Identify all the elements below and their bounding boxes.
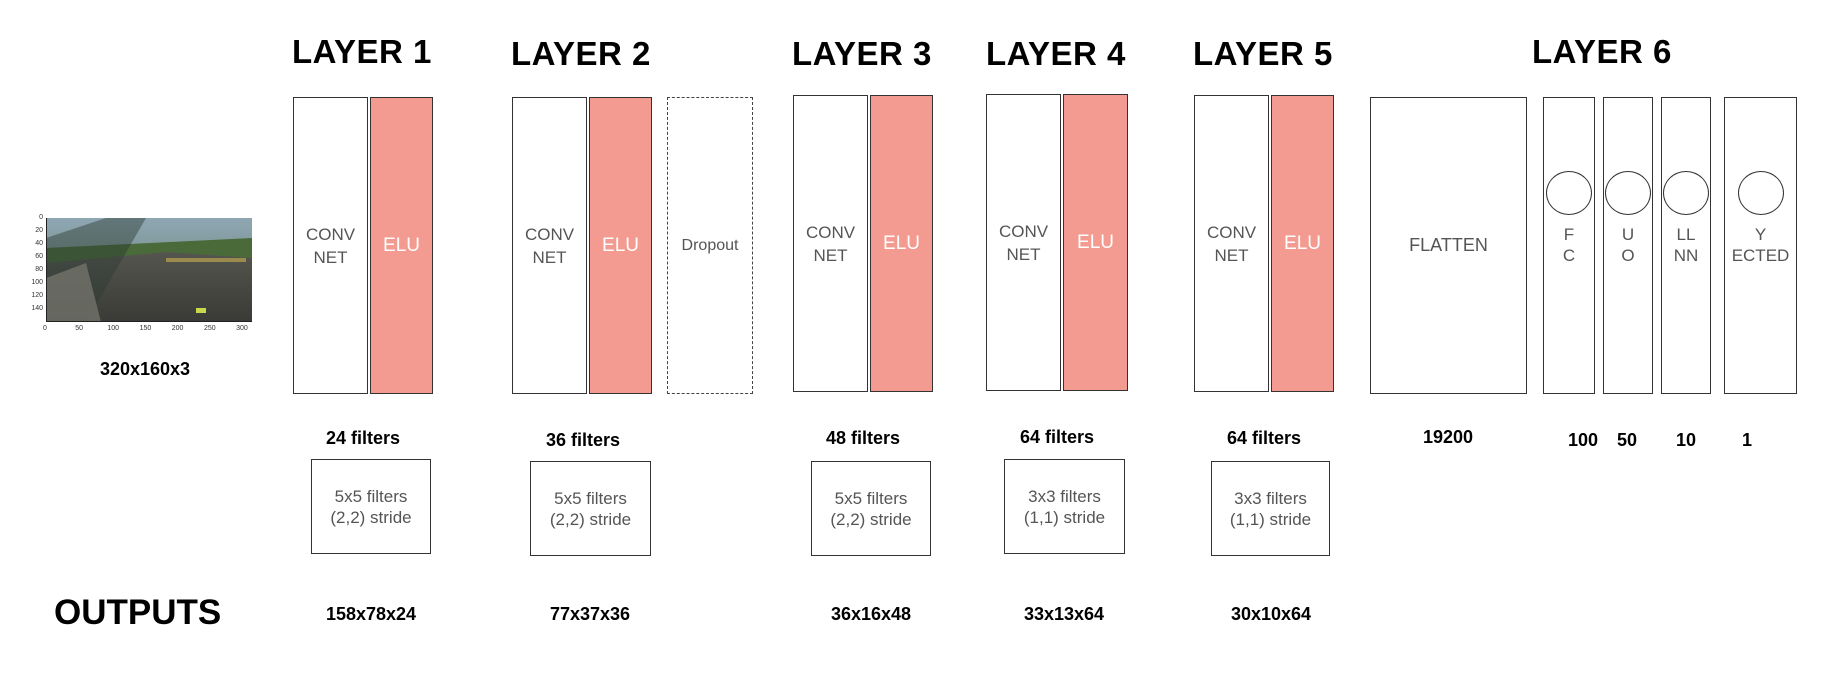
conv-label: CONV NET <box>524 224 575 267</box>
kernel-size: 5x5 filters <box>554 488 627 508</box>
layer-3-output: 36x16x48 <box>830 604 912 624</box>
input-image: 0 20 40 60 80 100 120 140 0 50 100 150 200 250 300 <box>31 214 252 332</box>
layer-2-elu-block: ELU <box>589 97 652 394</box>
layer-3-title: LAYER 3 <box>792 35 932 72</box>
elu-label: ELU <box>1077 231 1114 253</box>
neuron-icon <box>1738 171 1784 215</box>
fc-column-1-text: F C <box>1543 224 1595 266</box>
road-camera-image <box>46 218 252 322</box>
x-tick-label: 200 <box>171 325 184 332</box>
y-tick-label: 100 <box>31 279 43 286</box>
y-tick-label: 140 <box>31 305 43 312</box>
fc-column-1-size: 100 <box>1567 430 1599 450</box>
layer-4-output: 33x13x64 <box>1023 604 1105 624</box>
layer-4-filter-spec: 3x3 filters (1,1) stride <box>1004 459 1125 554</box>
layer-1-elu-block: ELU <box>370 97 433 394</box>
y-tick-label: 80 <box>35 266 43 273</box>
outputs-title: OUTPUTS <box>54 593 222 632</box>
layer-5-elu-block: ELU <box>1271 95 1334 392</box>
conv-label: CONV NET <box>805 222 856 265</box>
layer-6-title: LAYER 6 <box>1532 33 1672 70</box>
stride: (1,1) stride <box>1023 507 1106 527</box>
elu-label: ELU <box>383 234 420 256</box>
x-tick-label: 150 <box>139 325 152 332</box>
fc-text-bottom: O <box>1621 246 1635 265</box>
fc-text-top: Y <box>1754 225 1767 244</box>
input-dimension-label: 320x160x3 <box>99 359 191 379</box>
fc-text-bottom: ECTED <box>1731 246 1790 265</box>
layer-3-filter-spec: 5x5 filters (2,2) stride <box>811 461 931 556</box>
elu-label: ELU <box>602 234 639 256</box>
layer-2-filter-spec: 5x5 filters (2,2) stride <box>530 461 651 556</box>
layer-1-conv-block: CONV NET <box>293 97 368 394</box>
kernel-size: 3x3 filters <box>1234 488 1307 508</box>
layer-4-title: LAYER 4 <box>986 35 1126 72</box>
layer-2-conv-block: CONV NET <box>512 97 587 394</box>
layer-2-output: 77x37x36 <box>549 604 631 624</box>
layer-4-conv-block: CONV NET <box>986 94 1061 391</box>
kernel-size: 5x5 filters <box>334 486 408 506</box>
kernel-size: 3x3 filters <box>1028 486 1101 506</box>
layer-1-title: LAYER 1 <box>292 33 432 70</box>
stride: (1,1) stride <box>1229 509 1312 529</box>
x-tick-label: 250 <box>203 325 216 332</box>
y-tick-label: 0 <box>39 214 43 221</box>
layer-1-filters: 24 filters <box>325 428 401 448</box>
layer-2-filters: 36 filters <box>545 430 621 450</box>
elu-label: ELU <box>1284 232 1321 254</box>
layer-4-filters: 64 filters <box>1019 427 1095 447</box>
conv-label: CONV NET <box>305 224 356 267</box>
elu-label: ELU <box>883 232 920 254</box>
stride: (2,2) stride <box>830 509 912 529</box>
kernel-size: 5x5 filters <box>834 488 908 508</box>
fc-column-3-text: LL NN <box>1661 224 1711 266</box>
y-tick-label: 40 <box>35 240 43 247</box>
y-tick-label: 60 <box>35 253 43 260</box>
conv-label: CONV NET <box>998 221 1049 264</box>
fc-text-top: U <box>1621 225 1635 244</box>
layer-2-title: LAYER 2 <box>511 35 651 72</box>
layer-3-filters: 48 filters <box>825 428 901 448</box>
fc-text-top: LL <box>1676 225 1696 244</box>
fc-column-2-size: 50 <box>1616 430 1638 450</box>
layer-2-dropout-block: Dropout <box>667 97 753 394</box>
layer-5-filter-spec: 3x3 filters (1,1) stride <box>1211 461 1330 556</box>
y-tick-label: 20 <box>35 227 43 234</box>
fc-text-bottom: NN <box>1673 246 1699 265</box>
x-tick-label: 300 <box>236 325 248 332</box>
flatten-block: FLATTEN <box>1370 97 1527 394</box>
flatten-size: 19200 <box>1422 427 1474 447</box>
layer-3-elu-block: ELU <box>870 95 933 392</box>
layer-1-output: 158x78x24 <box>325 604 417 624</box>
y-tick-label: 120 <box>31 292 43 299</box>
layer-5-title: LAYER 5 <box>1193 35 1333 72</box>
layer-1-filter-spec: 5x5 filters (2,2) stride <box>311 459 431 554</box>
conv-label: CONV NET <box>1206 222 1257 265</box>
neuron-icon <box>1605 171 1651 215</box>
neuron-icon <box>1663 171 1709 215</box>
fc-text-bottom: C <box>1562 246 1576 265</box>
dropout-label: Dropout <box>681 236 739 254</box>
layer-5-output: 30x10x64 <box>1230 604 1312 624</box>
fc-column-3-size: 10 <box>1675 430 1697 450</box>
x-tick-label: 50 <box>75 325 83 332</box>
fc-column-4-size: 1 <box>1741 430 1752 450</box>
layer-5-filters: 64 filters <box>1226 428 1302 448</box>
flatten-label: FLATTEN <box>1409 235 1488 255</box>
x-tick-label: 0 <box>43 325 47 332</box>
layer-4-elu-block: ELU <box>1063 94 1128 391</box>
fc-column-4-text: Y ECTED <box>1724 224 1797 266</box>
layer-3-conv-block: CONV NET <box>793 95 868 392</box>
fc-column-2-text: U O <box>1603 224 1653 266</box>
neuron-icon <box>1546 171 1592 215</box>
stride: (2,2) stride <box>330 507 412 527</box>
fc-text-top: F <box>1563 225 1575 244</box>
layer-5-conv-block: CONV NET <box>1194 95 1269 392</box>
x-tick-label: 100 <box>107 325 120 332</box>
stride: (2,2) stride <box>549 509 632 529</box>
